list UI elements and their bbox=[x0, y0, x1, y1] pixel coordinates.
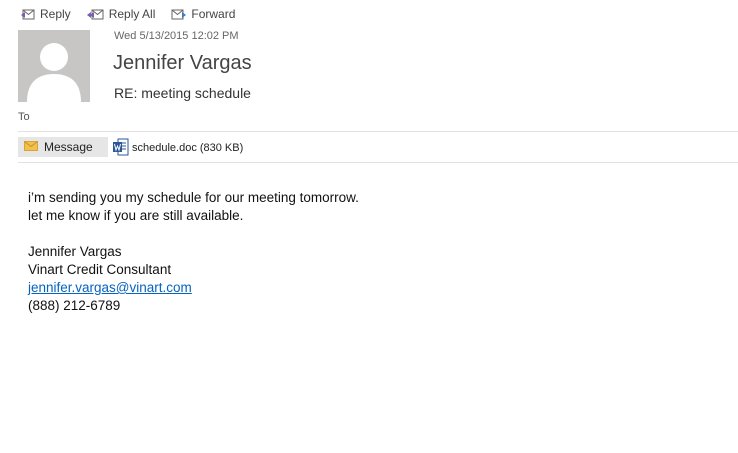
message-body: i’m sending you my schedule for our meet… bbox=[28, 189, 359, 315]
attachment-item[interactable]: schedule.doc (830 KB) bbox=[113, 138, 243, 158]
attachment-divider bbox=[18, 162, 738, 163]
body-line: i’m sending you my schedule for our meet… bbox=[28, 190, 359, 205]
word-document-icon bbox=[113, 138, 129, 159]
signature-email-link[interactable]: jennifer.vargas@vinart.com bbox=[28, 280, 192, 295]
message-date: Wed 5/13/2015 12:02 PM bbox=[114, 30, 239, 42]
signature-name: Jennifer Vargas bbox=[28, 244, 122, 259]
message-subject: RE: meeting schedule bbox=[114, 85, 251, 101]
reply-all-label: Reply All bbox=[108, 7, 156, 21]
sender-name[interactable]: Jennifer Vargas bbox=[113, 52, 252, 75]
attachment-filename: schedule.doc bbox=[132, 142, 197, 154]
signature-phone: (888) 212-6789 bbox=[28, 298, 121, 313]
person-placeholder-icon bbox=[27, 43, 81, 102]
tab-message-label: Message bbox=[44, 140, 93, 154]
forward-icon bbox=[171, 7, 187, 21]
reply-label: Reply bbox=[40, 7, 71, 21]
avatar bbox=[18, 30, 90, 102]
body-line: let me know if you are still available. bbox=[28, 208, 244, 223]
forward-label: Forward bbox=[191, 7, 236, 21]
reply-icon bbox=[20, 7, 36, 21]
reading-toolbar: Reply Reply All Forward bbox=[20, 5, 235, 23]
attachment-size: (830 KB) bbox=[199, 142, 244, 154]
tab-message[interactable]: Message bbox=[18, 137, 108, 157]
envelope-icon bbox=[18, 140, 44, 154]
reply-all-icon bbox=[86, 7, 105, 21]
signature-title: Vinart Credit Consultant bbox=[28, 262, 172, 277]
forward-button[interactable]: Forward bbox=[171, 7, 235, 21]
to-label: To bbox=[18, 111, 30, 123]
reply-button[interactable]: Reply bbox=[20, 7, 71, 21]
reply-all-button[interactable]: Reply All bbox=[86, 7, 156, 21]
header-divider bbox=[18, 131, 738, 132]
